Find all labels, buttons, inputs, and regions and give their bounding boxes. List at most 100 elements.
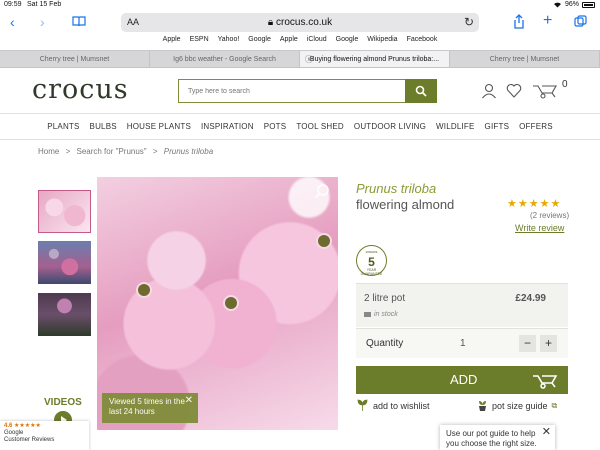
badge-rating-row: 4.6 ★★★★★ bbox=[4, 423, 85, 430]
bookmark-yahoo[interactable]: Yahoo! bbox=[218, 36, 240, 48]
bookmark-google-2[interactable]: Google bbox=[336, 36, 359, 48]
search-box bbox=[178, 79, 437, 103]
forward-icon[interactable]: › bbox=[40, 15, 45, 29]
guarantee-top: crocus bbox=[365, 249, 378, 254]
quantity-label: Quantity bbox=[366, 338, 404, 349]
flower-center bbox=[225, 297, 237, 309]
tab-cherry-tree-2[interactable]: Cherry tree | Mumsnet bbox=[450, 51, 600, 67]
badge-stars: ★★★★★ bbox=[14, 423, 41, 429]
tab-crocus-active[interactable]: ⓧ Buying flowering almond Prunus triloba… bbox=[300, 51, 450, 67]
rating-stars: ★★★★★ bbox=[507, 198, 562, 210]
quantity-increase-button[interactable]: + bbox=[540, 335, 557, 352]
guarantee-badge: crocus 5 YEAR GUARANTEE bbox=[356, 245, 387, 276]
bookmark-icloud[interactable]: iCloud bbox=[307, 36, 327, 48]
close-icon[interactable]: ✕ bbox=[542, 427, 551, 438]
bookmark-espn[interactable]: ESPN bbox=[190, 36, 209, 48]
nav-bulbs[interactable]: BULBS bbox=[90, 116, 117, 139]
bookmark-facebook[interactable]: Facebook bbox=[407, 36, 438, 48]
guarantee-number: 5 bbox=[368, 255, 375, 269]
review-count[interactable]: (2 reviews) bbox=[530, 211, 569, 220]
add-to-wishlist[interactable]: add to wishlist bbox=[357, 399, 430, 412]
wishlist-label: add to wishlist bbox=[373, 400, 430, 411]
external-link-icon: ⧉ bbox=[551, 400, 558, 410]
product-common-name: flowering almond bbox=[356, 197, 455, 212]
flower-center bbox=[138, 284, 150, 296]
add-label: ADD bbox=[450, 372, 478, 387]
delivery-icon bbox=[364, 311, 371, 317]
account-icon[interactable] bbox=[481, 83, 497, 99]
status-time: 09:59 bbox=[4, 1, 22, 8]
pot-guide-tooltip: Use our pot guide to help you choose the… bbox=[440, 425, 555, 450]
cart-wheelbarrow-icon[interactable] bbox=[532, 82, 558, 99]
tooltip-text: Use our pot guide to help you choose the… bbox=[446, 429, 537, 448]
breadcrumb-current: Prunus triloba bbox=[163, 147, 214, 156]
bookmarks-book-icon[interactable] bbox=[72, 16, 86, 27]
tabs-overview-icon[interactable] bbox=[574, 15, 587, 28]
flower-center bbox=[318, 235, 330, 247]
videos-label[interactable]: VIDEOS bbox=[44, 397, 82, 408]
share-icon[interactable] bbox=[513, 14, 525, 29]
nav-tool-shed[interactable]: TOOL SHED bbox=[296, 116, 344, 139]
price: £24.99 bbox=[515, 293, 546, 304]
status-bar: 09:59 Sat 15 Feb 96% bbox=[0, 0, 600, 11]
nav-gifts[interactable]: GIFTS bbox=[485, 116, 510, 139]
breadcrumb-separator: > bbox=[152, 147, 158, 156]
pot-size-label: 2 litre pot bbox=[364, 293, 406, 304]
quantity-value[interactable]: 1 bbox=[460, 338, 466, 349]
close-icon[interactable]: ✕ bbox=[185, 396, 193, 406]
badge-line2: Customer Reviews bbox=[4, 437, 55, 443]
breadcrumb-search[interactable]: Search for "Prunus" bbox=[76, 147, 146, 156]
bookmark-wikipedia[interactable]: Wikipedia bbox=[367, 36, 397, 48]
nav-outdoor-living[interactable]: OUTDOOR LIVING bbox=[354, 116, 426, 139]
breadcrumb-home[interactable]: Home bbox=[38, 147, 59, 156]
pot-option[interactable]: 2 litre pot £24.99 in stock bbox=[356, 283, 568, 327]
guarantee-bottom: YEAR GUARANTEE bbox=[360, 268, 383, 276]
thumbnail-1[interactable] bbox=[38, 190, 91, 233]
cart-count: 0 bbox=[562, 79, 568, 90]
reload-icon[interactable]: ↻ bbox=[464, 15, 474, 29]
nav-pots[interactable]: POTS bbox=[264, 116, 287, 139]
tab-bbc-weather[interactable]: Ig6 bbc weather - Google Search bbox=[150, 51, 300, 67]
bookmark-google[interactable]: Google bbox=[248, 36, 271, 48]
nav-plants[interactable]: PLANTS bbox=[47, 116, 79, 139]
battery-icon bbox=[582, 1, 595, 8]
thumbnail-3[interactable] bbox=[38, 293, 91, 336]
search-button[interactable] bbox=[405, 79, 437, 103]
plant-icon bbox=[357, 399, 368, 411]
wishlist-heart-icon[interactable] bbox=[506, 83, 522, 98]
status-date: Sat 15 Feb bbox=[27, 1, 62, 8]
tab-active-label: Buying flowering almond Prunus triloba:.… bbox=[309, 56, 440, 63]
viewed-notice: Viewed 5 times in the last 24 hours ✕ bbox=[102, 393, 198, 423]
search-input[interactable] bbox=[179, 80, 399, 103]
address-bar[interactable]: AA 🔒︎ crocus.co.uk ↻ bbox=[121, 13, 479, 32]
thumbnail-2[interactable] bbox=[38, 241, 91, 284]
bookmark-apple-2[interactable]: Apple bbox=[280, 36, 298, 48]
bookmark-apple[interactable]: Apple bbox=[163, 36, 181, 48]
tab-close-icon[interactable]: ⓧ bbox=[305, 51, 313, 67]
status-right: 96% bbox=[553, 1, 595, 8]
crocus-logo[interactable]: crocus bbox=[32, 74, 129, 105]
nav-inspiration[interactable]: INSPIRATION bbox=[201, 116, 254, 139]
nav-house-plants[interactable]: HOUSE PLANTS bbox=[127, 116, 191, 139]
quantity-row: Quantity 1 − + bbox=[356, 328, 568, 358]
quantity-decrease-button[interactable]: − bbox=[519, 335, 536, 352]
add-to-basket-button[interactable]: ADD bbox=[356, 366, 568, 394]
browser-toolbar: ‹ › AA 🔒︎ crocus.co.uk ↻ + bbox=[0, 11, 600, 35]
write-review-link[interactable]: Write review bbox=[515, 223, 564, 233]
nav-wildlife[interactable]: WILDLIFE bbox=[436, 116, 475, 139]
google-reviews-badge[interactable]: 4.6 ★★★★★ Google Customer Reviews bbox=[0, 421, 89, 450]
nav-offers[interactable]: OFFERS bbox=[519, 116, 553, 139]
back-icon[interactable]: ‹ bbox=[10, 15, 15, 29]
pot-size-guide[interactable]: pot size guide ⧉ bbox=[477, 399, 557, 412]
breadcrumb: Home > Search for "Prunus" > Prunus tril… bbox=[38, 147, 213, 156]
search-icon bbox=[415, 85, 427, 97]
badge-rating: 4.6 bbox=[4, 423, 13, 429]
viewed-text: Viewed 5 times in the last 24 hours bbox=[109, 397, 185, 416]
new-tab-icon[interactable]: + bbox=[543, 13, 552, 29]
pot-icon bbox=[479, 401, 486, 411]
stock-status: in stock bbox=[364, 311, 398, 318]
pot-guide-label: pot size guide bbox=[492, 400, 548, 411]
zoom-icon[interactable] bbox=[314, 183, 330, 199]
lock-icon: 🔒︎ bbox=[267, 17, 274, 28]
tab-cherry-tree[interactable]: Cherry tree | Mumsnet bbox=[0, 51, 150, 67]
